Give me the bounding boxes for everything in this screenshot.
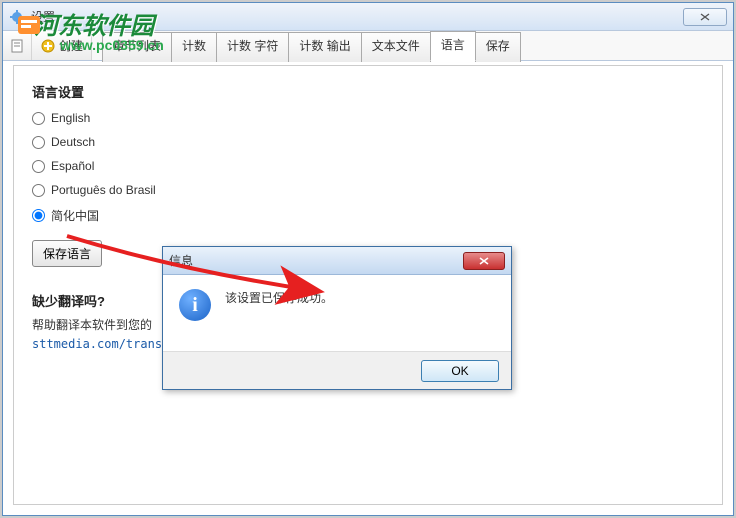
lang-option-portugues[interactable]: Português do Brasil — [32, 183, 704, 197]
tab-count-chars[interactable]: 计数 字符 — [216, 32, 289, 62]
toolbar: 创建 章节列表 计数 计数 字符 计数 输出 文本文件 语言 保存 — [3, 31, 733, 61]
doc-icon — [9, 38, 25, 54]
dialog-title: 信息 — [169, 252, 463, 269]
radio-chinese[interactable] — [32, 209, 45, 222]
info-dialog: 信息 i 该设置已保存成功。 OK — [162, 246, 512, 390]
ok-button[interactable]: OK — [421, 360, 499, 382]
window-title: 设置 — [31, 8, 683, 25]
create-label: 创建 — [59, 37, 83, 54]
close-icon — [479, 257, 489, 265]
radio-deutsch[interactable] — [32, 136, 45, 149]
tab-count-output[interactable]: 计数 输出 — [288, 32, 361, 62]
tab-chapters[interactable]: 章节列表 — [102, 32, 172, 62]
tab-count[interactable]: 计数 — [171, 32, 217, 62]
dialog-titlebar: 信息 — [163, 247, 511, 275]
save-language-button[interactable]: 保存语言 — [32, 240, 102, 267]
info-icon: i — [179, 289, 211, 321]
lang-option-chinese[interactable]: 简化中国 — [32, 207, 704, 224]
tab-save[interactable]: 保存 — [475, 32, 521, 62]
dialog-message: 该设置已保存成功。 — [225, 289, 333, 306]
lang-option-english[interactable]: English — [32, 111, 704, 125]
radio-espanol[interactable] — [32, 160, 45, 173]
radio-english[interactable] — [32, 112, 45, 125]
dialog-footer: OK — [163, 351, 511, 389]
titlebar: 设置 — [3, 3, 733, 31]
tabs: 章节列表 计数 计数 字符 计数 输出 文本文件 语言 保存 — [102, 30, 520, 60]
tab-textfile[interactable]: 文本文件 — [361, 32, 431, 62]
lang-option-espanol[interactable]: Español — [32, 159, 704, 173]
radio-portugues[interactable] — [32, 184, 45, 197]
app-icon — [9, 9, 25, 25]
dialog-close-button[interactable] — [463, 252, 505, 270]
lang-section-title: 语言设置 — [32, 82, 704, 101]
close-icon — [700, 13, 710, 21]
lang-option-deutsch[interactable]: Deutsch — [32, 135, 704, 149]
create-button[interactable]: 创建 — [32, 31, 92, 60]
tab-language[interactable]: 语言 — [430, 31, 476, 61]
dialog-body: i 该设置已保存成功。 — [163, 275, 511, 351]
create-icon — [40, 38, 56, 54]
tool-btn-1[interactable] — [3, 31, 32, 60]
close-button[interactable] — [683, 8, 727, 26]
